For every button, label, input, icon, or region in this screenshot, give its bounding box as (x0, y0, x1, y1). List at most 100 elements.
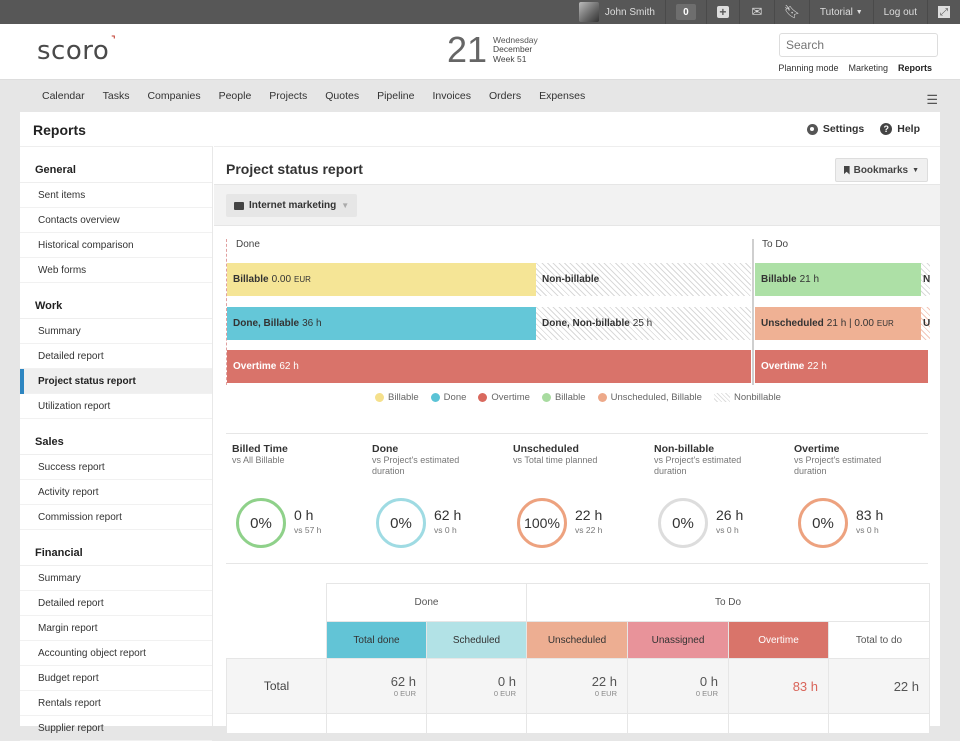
nav-people[interactable]: People (219, 90, 252, 102)
legend-item-unscheduled-billable: Unscheduled, Billable (597, 392, 702, 403)
sidebar-item-supplier-report[interactable]: Supplier report (20, 716, 212, 741)
nav-invoices[interactable]: Invoices (432, 90, 471, 102)
bookmark-button[interactable]: 🔖︎ (773, 0, 809, 24)
col-unassigned[interactable]: Unassigned (627, 621, 729, 659)
mail-icon: ✉ (751, 4, 763, 19)
sidebar-item-historical-comparison[interactable]: Historical comparison (20, 233, 212, 258)
settings-button[interactable]: Settings (806, 123, 865, 135)
top-bar: John Smith 0 + ✉ 🔖︎ Tutorial ▼ Log out ⤢ (0, 0, 960, 24)
legend-swatch (597, 393, 607, 402)
kpi-done: Done vs Project's estimated duration 0% … (372, 443, 512, 548)
bar-done-non-billable[interactable]: Done, Non-billable 25 h (536, 307, 751, 340)
legend-swatch (375, 393, 385, 402)
bar-todo-non-billable[interactable]: N (921, 263, 930, 296)
sidebar-item-project-status-report[interactable]: Project status report (20, 369, 212, 394)
sidebar-item-work-summary[interactable]: Summary (20, 319, 212, 344)
legend-item-done: Done (430, 392, 466, 403)
bar-unscheduled[interactable]: Unscheduled 21 h | 0.00 EUR (755, 307, 921, 340)
fullscreen-button[interactable]: ⤢ (927, 0, 960, 24)
report-content: Project status report Bookmarks ▼ Intern… (214, 146, 940, 734)
nav-quotes[interactable]: Quotes (325, 90, 359, 102)
briefcase-icon (234, 201, 244, 210)
bar-unscheduled-non-billable[interactable]: U (921, 307, 930, 340)
sidebar-section-work: Work (20, 283, 212, 319)
nav-tasks[interactable]: Tasks (103, 90, 130, 102)
project-selector[interactable]: Internet marketing ▼ (226, 194, 358, 217)
project-selector-label: Internet marketing (249, 200, 337, 211)
hamburger-menu-icon[interactable]: ☰ (926, 92, 938, 108)
bookmarks-button[interactable]: Bookmarks ▼ (834, 158, 928, 182)
legend-item-todo-billable: Billable (541, 392, 586, 403)
bookmark-icon: 🔖︎ (783, 4, 801, 19)
help-button[interactable]: ? Help (880, 123, 920, 135)
bar-non-billable[interactable]: Non-billable (536, 263, 751, 296)
messages-button[interactable]: ✉ (738, 0, 774, 24)
logout-link[interactable]: Log out (872, 0, 927, 24)
caret-down-icon: ▼ (912, 166, 919, 174)
user-menu[interactable]: John Smith (569, 0, 665, 24)
col-scheduled[interactable]: Scheduled (426, 621, 527, 659)
nav-orders[interactable]: Orders (489, 90, 521, 102)
nav-calendar[interactable]: Calendar (42, 90, 85, 102)
cell-scheduled: 0 h0 EUR (426, 658, 527, 714)
search-input[interactable] (779, 33, 938, 57)
sidebar-item-work-detailed-report[interactable]: Detailed report (20, 344, 212, 369)
legend-item-overtime: Overtime (478, 392, 530, 403)
done-section-label: Done (236, 239, 260, 250)
nav-pipeline[interactable]: Pipeline (377, 90, 414, 102)
bar-done-billable[interactable]: Done, Billable 36 h (227, 307, 536, 340)
bar-overtime-done[interactable]: Overtime 62 h (227, 350, 751, 383)
mode-reports[interactable]: Reports (898, 63, 932, 73)
bar-billable[interactable]: Billable 0.00 EUR (227, 263, 536, 296)
sidebar-item-success-report[interactable]: Success report (20, 455, 212, 480)
add-button[interactable]: + (705, 0, 739, 24)
sidebar-item-margin-report[interactable]: Margin report (20, 616, 212, 641)
nav-companies[interactable]: Companies (147, 90, 200, 102)
cell-overtime: 83 h (728, 658, 829, 714)
sidebar-item-rentals-report[interactable]: Rentals report (20, 691, 212, 716)
sidebar-section-financial: Financial (20, 530, 212, 566)
nav-projects[interactable]: Projects (269, 90, 307, 102)
table-corner (226, 621, 327, 659)
page-title: Reports (33, 122, 86, 138)
nav-expenses[interactable]: Expenses (539, 90, 585, 102)
report-title: Project status report (226, 161, 363, 177)
sidebar-item-commission-report[interactable]: Commission report (20, 505, 212, 530)
col-total-to-do[interactable]: Total to do (828, 621, 930, 659)
col-overtime[interactable]: Overtime (728, 621, 829, 659)
sidebar-item-financial-detailed-report[interactable]: Detailed report (20, 591, 212, 616)
kpi-overtime: Overtime vs Project's estimated duration… (794, 443, 934, 548)
cell-unassigned: 0 h0 EUR (627, 658, 729, 714)
mode-marketing[interactable]: Marketing (848, 63, 888, 73)
help-label: Help (897, 123, 920, 135)
mode-planning[interactable]: Planning mode (778, 63, 838, 73)
bar-todo-billable[interactable]: Billable 21 h (755, 263, 921, 296)
date-week: Week 51 (493, 53, 527, 64)
notifications-button[interactable]: 0 (664, 0, 706, 24)
scoro-logo[interactable]: scoro˺ (37, 33, 116, 66)
table-row (226, 713, 930, 734)
sidebar-item-sent-items[interactable]: Sent items (20, 183, 212, 208)
cell-unscheduled: 22 h0 EUR (526, 658, 628, 714)
sidebar-item-contacts-overview[interactable]: Contacts overview (20, 208, 212, 233)
gear-icon (806, 123, 818, 135)
tutorial-menu[interactable]: Tutorial ▼ (808, 0, 873, 24)
settings-label: Settings (822, 123, 865, 135)
sidebar-item-web-forms[interactable]: Web forms (20, 258, 212, 283)
legend-swatch (478, 393, 488, 402)
divider (226, 563, 928, 564)
kpi-non-billable: Non-billable vs Project's estimated dura… (654, 443, 794, 548)
date-display: 21 Wednesday December Week 51 (447, 32, 538, 68)
sidebar-item-utilization-report[interactable]: Utilization report (20, 394, 212, 419)
kpi-billed-time: Billed Time vs All Billable 0% 0 h vs 57… (232, 443, 372, 548)
sidebar-item-activity-report[interactable]: Activity report (20, 480, 212, 505)
sidebar-item-financial-summary[interactable]: Summary (20, 566, 212, 591)
caret-down-icon: ▼ (855, 8, 863, 16)
logo-text: scoro (37, 36, 110, 66)
row-label: Total (226, 658, 327, 714)
sidebar-item-budget-report[interactable]: Budget report (20, 666, 212, 691)
bar-overtime-todo[interactable]: Overtime 22 h (755, 350, 928, 383)
col-unscheduled[interactable]: Unscheduled (526, 621, 628, 659)
sidebar-item-accounting-object-report[interactable]: Accounting object report (20, 641, 212, 666)
col-total-done[interactable]: Total done (326, 621, 427, 659)
